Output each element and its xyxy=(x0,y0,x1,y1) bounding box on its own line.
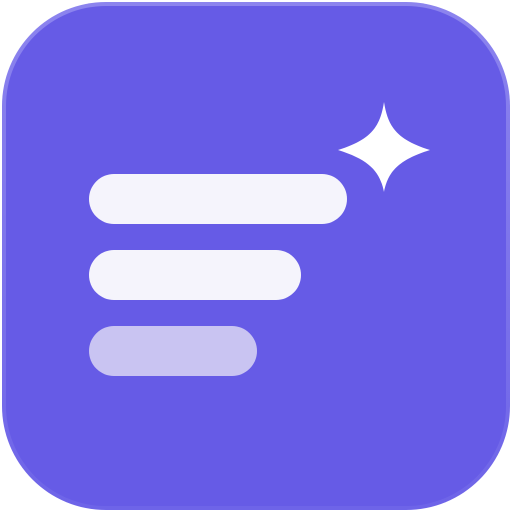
text-line-2 xyxy=(89,250,301,300)
text-line-1 xyxy=(89,174,347,224)
app-icon xyxy=(2,2,510,510)
text-line-3 xyxy=(89,326,257,376)
icon-canvas xyxy=(0,0,512,512)
